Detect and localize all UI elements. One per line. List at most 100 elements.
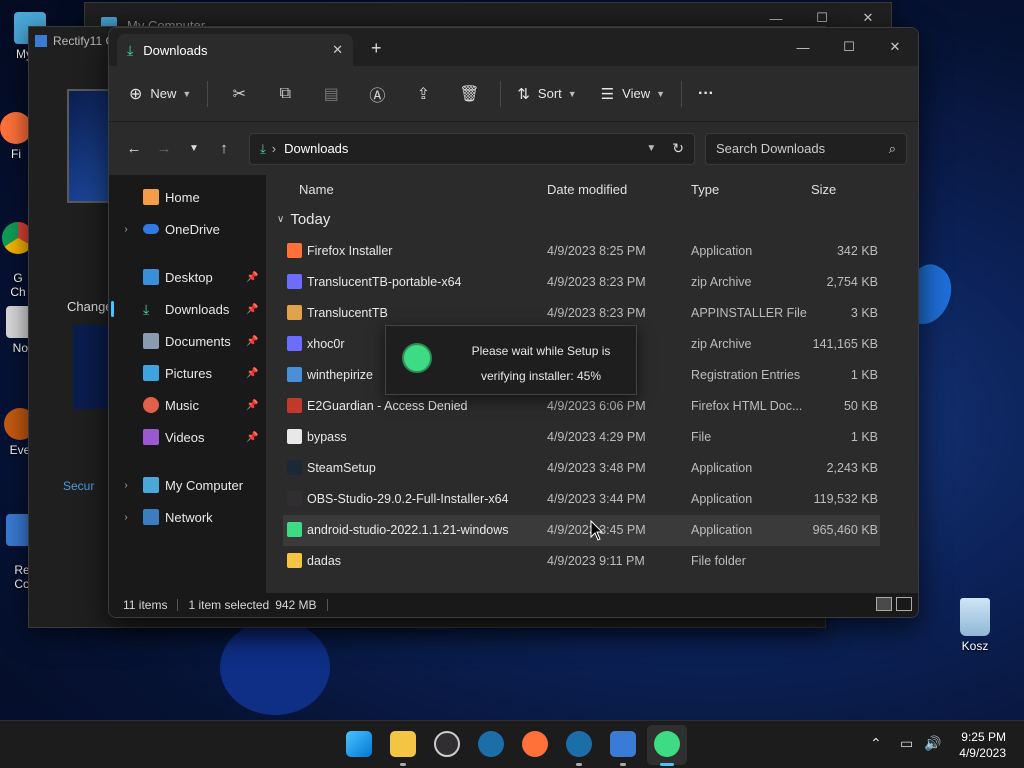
file-size: 965,460 KB: [812, 523, 878, 537]
file-row[interactable]: TranslucentTB-portable-x64 4/9/2023 8:23 …: [283, 267, 880, 298]
file-icon: [287, 398, 302, 413]
file-name: SteamSetup: [307, 461, 376, 475]
file-row[interactable]: android-studio-2022.1.1.21-windows 4/9/20…: [283, 515, 880, 546]
file-row[interactable]: dadas 4/9/2023 9:11 PM File folder: [283, 546, 880, 577]
search-placeholder: Search Downloads: [716, 141, 826, 156]
chevron-right-icon[interactable]: ›: [109, 480, 143, 491]
file-type: zip Archive: [691, 337, 752, 351]
file-icon: [287, 367, 302, 382]
pin-icon[interactable]: 📌: [246, 400, 266, 411]
more-options-button[interactable]: ···: [690, 76, 722, 112]
tab-downloads[interactable]: ⤓ Downloads ✕: [117, 34, 353, 66]
share-icon[interactable]: ⇪: [408, 76, 438, 112]
desktop-icon-recycle-bin[interactable]: Kosz: [945, 598, 1005, 653]
steam-icon[interactable]: [478, 731, 504, 757]
file-explorer-window[interactable]: ⤓ Downloads ✕ + — ☐ ✕ ⊕ New ▼ ✂ ⧉ ▤ Ⓐ ⇪ …: [108, 27, 919, 618]
rename-icon[interactable]: Ⓐ: [362, 76, 392, 112]
new-tab-button[interactable]: +: [371, 38, 382, 59]
pin-icon[interactable]: 📌: [246, 272, 266, 283]
chevron-down-icon[interactable]: ▼: [646, 143, 656, 154]
pin-icon[interactable]: 📌: [246, 304, 266, 315]
file-type: Application: [691, 244, 753, 258]
address-bar[interactable]: ⤓ › Downloads ▼ ↻: [249, 132, 695, 165]
breadcrumb[interactable]: Downloads: [284, 141, 646, 156]
sort-button[interactable]: ⇅ Sort ▼: [509, 76, 584, 112]
sidebar-item-music[interactable]: Music 📌: [109, 389, 266, 421]
steam-icon[interactable]: [566, 731, 592, 757]
file-date: 4/9/2023 3:44 PM: [547, 492, 646, 506]
chevron-right-icon[interactable]: ›: [109, 224, 143, 235]
forward-arrow-icon[interactable]: →: [149, 140, 179, 157]
sidebar-item-onedrive[interactable]: › OneDrive: [109, 213, 266, 245]
view-button[interactable]: ☰ View ▼: [593, 76, 673, 112]
file-type: Registration Entries: [691, 368, 801, 382]
sidebar-item-network[interactable]: › Network: [109, 501, 266, 533]
desktop-icon-label: Fi: [11, 147, 21, 161]
rectify-icon[interactable]: [610, 731, 636, 757]
sidebar-item-pictures[interactable]: Pictures 📌: [109, 357, 266, 389]
column-header-date[interactable]: Date modified: [547, 182, 627, 197]
music-icon: [143, 397, 159, 413]
view-icon: ☰: [600, 85, 615, 103]
file-row[interactable]: OBS-Studio-29.0.2-Full-Installer-x64 4/9/…: [283, 484, 880, 515]
obs-icon[interactable]: [434, 731, 460, 757]
maximize-icon[interactable]: ☐: [826, 32, 872, 62]
file-icon: [287, 243, 302, 258]
file-explorer-icon[interactable]: [390, 731, 416, 757]
chevron-up-icon[interactable]: ⌃: [870, 735, 882, 752]
column-header-type[interactable]: Type: [691, 182, 719, 197]
close-icon[interactable]: ✕: [872, 32, 918, 62]
back-arrow-icon[interactable]: ←: [119, 140, 149, 157]
file-size: 2,243 KB: [826, 461, 878, 475]
tab-title: Downloads: [143, 42, 208, 58]
pin-icon[interactable]: 📌: [246, 432, 266, 443]
chevron-right-icon[interactable]: ›: [109, 512, 143, 523]
copy-icon[interactable]: ⧉: [270, 76, 300, 112]
android-studio-icon: [402, 343, 432, 373]
sidebar-item-documents[interactable]: Documents 📌: [109, 325, 266, 357]
sidebar-item-my-computer[interactable]: › My Computer: [109, 469, 266, 501]
delete-icon[interactable]: 🗑: [454, 76, 484, 112]
refresh-icon[interactable]: ↻: [672, 140, 684, 157]
file-row[interactable]: bypass 4/9/2023 4:29 PM File 1 KB: [283, 422, 880, 453]
volume-icon[interactable]: 🔊: [924, 735, 941, 752]
pin-icon[interactable]: 📌: [246, 336, 266, 347]
file-icon: [287, 460, 302, 475]
file-name: E2Guardian - Access Denied: [307, 399, 468, 413]
sidebar-item-downloads[interactable]: ⤓ Downloads 📌: [109, 293, 266, 325]
pin-icon[interactable]: 📌: [246, 368, 266, 379]
network-icon[interactable]: ▭: [900, 735, 913, 752]
cut-icon[interactable]: ✂: [224, 76, 254, 112]
search-input[interactable]: Search Downloads ⌕: [705, 132, 907, 165]
close-tab-icon[interactable]: ✕: [332, 42, 343, 58]
column-header-size[interactable]: Size: [811, 182, 836, 197]
sidebar-item-home[interactable]: Home: [109, 181, 266, 213]
clock[interactable]: 9:25 PM 4/9/2023: [959, 729, 1006, 761]
group-header-today[interactable]: ∨ Today: [267, 203, 918, 236]
security-link[interactable]: Secur: [63, 479, 94, 493]
file-name: OBS-Studio-29.0.2-Full-Installer-x64: [307, 492, 509, 506]
setup-progress-popup: Please wait while Setup is verifying ins…: [385, 325, 637, 395]
column-header-name[interactable]: Name: [299, 182, 334, 197]
minimize-icon[interactable]: —: [780, 32, 826, 62]
start-windows-icon[interactable]: [346, 731, 372, 757]
file-row[interactable]: SteamSetup 4/9/2023 3:48 PM Application 2,2…: [283, 453, 880, 484]
recent-chevron-icon[interactable]: ▼: [179, 143, 209, 154]
sidebar-item-desktop[interactable]: Desktop 📌: [109, 261, 266, 293]
firefox-icon[interactable]: [522, 731, 548, 757]
view-label: View: [622, 86, 651, 101]
new-button[interactable]: ⊕ New ▼: [121, 76, 199, 112]
up-arrow-icon[interactable]: ↑: [209, 140, 239, 157]
file-row[interactable]: Firefox Installer 4/9/2023 8:25 PM Applica…: [283, 236, 880, 267]
file-icon: [287, 274, 302, 289]
file-type: Application: [691, 523, 753, 537]
sidebar-item-videos[interactable]: Videos 📌: [109, 421, 266, 453]
navigation-pane: Home › OneDrive Desktop 📌 ⤓ Downloads 📌: [109, 175, 267, 593]
tiles-view-icon[interactable]: [896, 597, 912, 611]
file-row[interactable]: E2Guardian - Access Denied 4/9/2023 6:06 …: [283, 391, 880, 422]
file-name: dadas: [307, 554, 342, 568]
details-view-icon[interactable]: [876, 597, 892, 611]
download-icon: ⤓: [127, 41, 134, 58]
paste-icon[interactable]: ▤: [316, 76, 346, 112]
android-studio-icon[interactable]: [654, 731, 680, 757]
